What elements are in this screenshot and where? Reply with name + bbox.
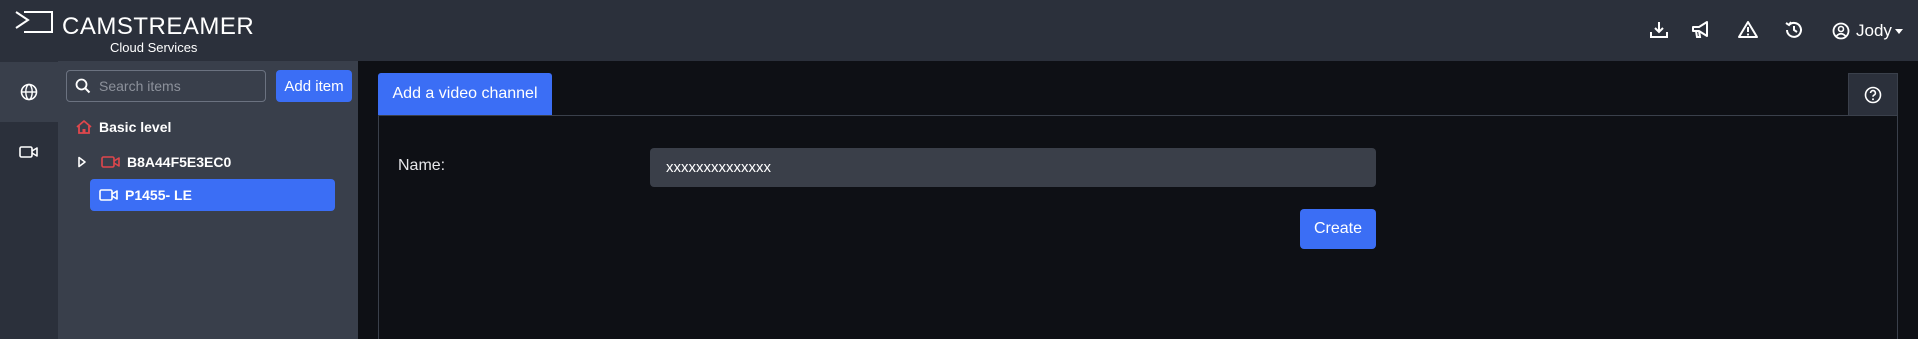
tree-item-basic-level[interactable]: Basic level bbox=[75, 111, 171, 143]
tree-panel: Add item Basic level B8A44F5E3EC0 P1455-… bbox=[58, 61, 358, 339]
name-label: Name: bbox=[398, 157, 446, 174]
tree-item-b8a44f5e3ec0[interactable]: B8A44F5E3EC0 bbox=[77, 146, 231, 178]
chevron-down-icon bbox=[1894, 28, 1903, 34]
brand-name-prefix: CAM bbox=[62, 13, 117, 40]
user-name: Jody bbox=[1856, 21, 1892, 40]
tree-item-label: P1455- LE bbox=[125, 187, 192, 203]
rail-item-globe[interactable] bbox=[0, 62, 58, 122]
help-button[interactable] bbox=[1848, 73, 1898, 116]
brand-subtitle: Cloud Services bbox=[110, 40, 198, 55]
camera-icon bbox=[99, 189, 118, 201]
globe-icon bbox=[20, 83, 38, 101]
camera-icon bbox=[19, 146, 38, 158]
brand-name-suffix: STREAMER bbox=[116, 13, 255, 40]
history-icon[interactable] bbox=[1783, 19, 1805, 41]
name-field[interactable] bbox=[650, 148, 1376, 187]
logo-mark-icon bbox=[15, 11, 53, 33]
download-icon[interactable] bbox=[1648, 19, 1670, 41]
top-bar: CAMSTREAMER Cloud Services Jody bbox=[0, 0, 1918, 61]
camera-icon bbox=[101, 156, 120, 168]
brand-name: CAMSTREAMER bbox=[62, 13, 254, 41]
user-menu[interactable]: Jody bbox=[1832, 19, 1903, 43]
search-icon bbox=[75, 78, 91, 94]
tab-add-video-channel[interactable]: Add a video channel bbox=[378, 73, 552, 115]
tree-item-p1455-le[interactable]: P1455- LE bbox=[90, 179, 335, 211]
create-button[interactable]: Create bbox=[1300, 209, 1376, 249]
tree-item-label: B8A44F5E3EC0 bbox=[127, 154, 232, 170]
warning-icon[interactable] bbox=[1737, 19, 1759, 41]
home-icon bbox=[76, 120, 92, 134]
search-input[interactable] bbox=[99, 78, 249, 94]
expand-arrow-icon[interactable] bbox=[77, 156, 87, 168]
megaphone-icon[interactable] bbox=[1690, 19, 1712, 41]
user-circle-icon bbox=[1832, 22, 1850, 40]
help-icon bbox=[1864, 86, 1882, 104]
add-item-button[interactable]: Add item bbox=[276, 70, 352, 102]
rail-item-cameras[interactable] bbox=[0, 122, 58, 182]
search-box[interactable] bbox=[66, 70, 266, 102]
tree-item-label: Basic level bbox=[99, 119, 172, 135]
left-rail bbox=[0, 61, 58, 339]
